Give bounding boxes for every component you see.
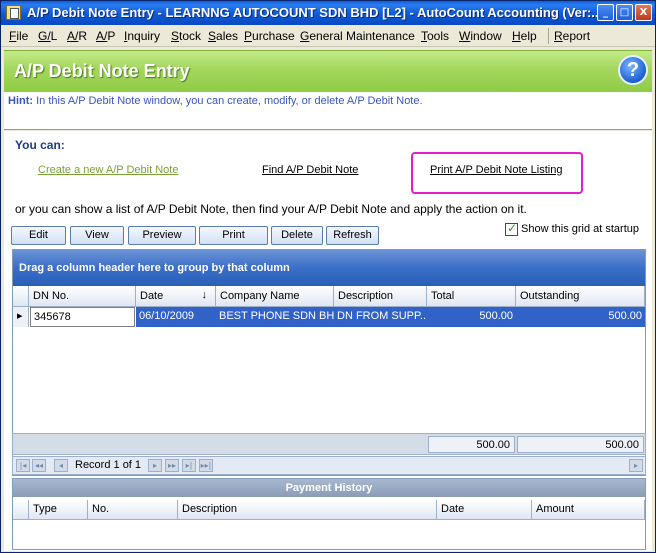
menu-help[interactable]: Help: [512, 29, 537, 43]
group-by-panel[interactable]: Drag a column header here to group by th…: [13, 250, 645, 286]
window-title: A/P Debit Note Entry - LEARNNG AUTOCOUNT…: [27, 5, 603, 20]
group-by-hint: Drag a column header here to group by th…: [19, 262, 290, 274]
record-navigator: |◂ ◂◂ ◂ Record 1 of 1 ▸ ▸▸ ▸| ▸▸| ▸: [12, 456, 646, 475]
hint-bar: Hint: In this A/P Debit Note window, you…: [4, 92, 652, 130]
find-debit-note-link[interactable]: Find A/P Debit Note: [262, 164, 358, 176]
maximize-button[interactable]: □: [616, 4, 633, 21]
refresh-button[interactable]: Refresh: [326, 226, 379, 245]
menu-ap[interactable]: A/P: [96, 29, 115, 43]
prev-record-icon[interactable]: ◂: [54, 459, 68, 472]
column-header-company-name[interactable]: Company Name: [216, 286, 334, 307]
hint-body: In this A/P Debit Note window, you can c…: [33, 95, 423, 107]
column-header-total[interactable]: Total: [427, 286, 516, 307]
payment-column-amount[interactable]: Amount: [532, 500, 645, 520]
menu-separator: [548, 28, 549, 44]
prev-page-icon[interactable]: ◂◂: [32, 459, 46, 472]
menu-window[interactable]: Window: [459, 29, 502, 43]
hint-text: Hint: In this A/P Debit Note window, you…: [8, 95, 423, 107]
cell-outstanding[interactable]: 500.00: [516, 307, 645, 327]
record-counter: Record 1 of 1: [75, 459, 142, 471]
cell-description[interactable]: DN FROM SUPP...: [334, 307, 427, 327]
last-record-icon[interactable]: ▸|: [182, 459, 196, 472]
menu-file[interactable]: File: [9, 29, 28, 43]
menu-tools[interactable]: Tools: [421, 29, 449, 43]
menu-inquiry[interactable]: Inquiry: [124, 29, 160, 43]
menu-report[interactable]: Report: [554, 29, 590, 43]
preview-button[interactable]: Preview: [128, 226, 196, 245]
column-header-outstanding[interactable]: Outstanding: [516, 286, 645, 307]
payment-column-type[interactable]: Type: [29, 500, 88, 520]
sort-descending-icon: ↓: [201, 289, 208, 301]
close-button[interactable]: X: [635, 4, 652, 21]
footer-total: 500.00: [428, 436, 515, 453]
next-record-icon[interactable]: ▸: [148, 459, 162, 472]
minimize-button[interactable]: _: [597, 4, 614, 21]
help-icon[interactable]: ?: [618, 55, 648, 85]
page-header: A/P Debit Note Entry ?: [4, 50, 652, 92]
cell-date[interactable]: 06/10/2009: [136, 307, 216, 327]
cell-total[interactable]: 500.00: [427, 307, 516, 327]
payment-column-no[interactable]: No.: [88, 500, 178, 520]
hint-label: Hint:: [8, 95, 34, 107]
grid-footer: 500.00 500.00: [12, 433, 646, 455]
show-grid-label: Show this grid at startup: [521, 223, 640, 235]
first-record-icon[interactable]: |◂: [16, 459, 30, 472]
you-can-heading: You can:: [15, 138, 65, 152]
menu-bar: File G/L A/R A/P Inquiry Stock Sales Pur…: [1, 25, 655, 47]
row-indicator[interactable]: [13, 307, 29, 327]
show-grid-checkbox[interactable]: [505, 221, 518, 236]
menu-sales[interactable]: Sales: [208, 29, 238, 43]
create-debit-note-link[interactable]: Create a new A/P Debit Note: [38, 164, 178, 176]
scroll-right-icon[interactable]: ▸: [629, 459, 643, 472]
payment-column-description[interactable]: Description: [178, 500, 437, 520]
delete-button[interactable]: Delete: [271, 226, 323, 245]
column-header-description[interactable]: Description: [334, 286, 427, 307]
edit-button[interactable]: Edit: [11, 226, 66, 245]
view-button[interactable]: View: [70, 226, 124, 245]
menu-ar[interactable]: A/R: [67, 29, 87, 43]
payment-history-grid: Payment History Type No. Description Dat…: [12, 478, 646, 550]
menu-stock[interactable]: Stock: [171, 29, 201, 43]
menu-general-maintenance[interactable]: General Maintenance: [300, 29, 415, 43]
page-title: A/P Debit Note Entry: [14, 61, 190, 81]
menu-gl[interactable]: G/L: [38, 29, 57, 43]
app-icon[interactable]: [6, 5, 21, 20]
menu-purchase[interactable]: Purchase: [244, 29, 295, 43]
print-listing-link[interactable]: Print A/P Debit Note Listing: [430, 164, 562, 176]
payment-column-date[interactable]: Date: [437, 500, 532, 520]
row-indicator-header: [13, 286, 29, 307]
cell-dn-no[interactable]: 345678: [30, 307, 135, 327]
title-bar[interactable]: A/P Debit Note Entry - LEARNNG AUTOCOUNT…: [1, 1, 655, 25]
column-header-date[interactable]: Date ↓: [136, 286, 216, 307]
column-header-date-label: Date: [140, 290, 164, 302]
content-panel: You can: Create a new A/P Debit Note Fin…: [4, 131, 652, 551]
print-button[interactable]: Print: [199, 226, 268, 245]
payment-row-indicator-header: [13, 500, 29, 520]
instruction-text: or you can show a list of A/P Debit Note…: [15, 202, 527, 216]
cell-company-name[interactable]: BEST PHONE SDN BHD: [216, 307, 334, 327]
payment-history-title: Payment History: [13, 479, 645, 497]
footer-outstanding: 500.00: [517, 436, 644, 453]
next-page-icon[interactable]: ▸▸: [165, 459, 179, 472]
app-window: A/P Debit Note Entry - LEARNNG AUTOCOUNT…: [0, 0, 656, 553]
column-header-dn-no[interactable]: DN No.: [29, 286, 136, 307]
scroll-end-icon[interactable]: ▸▸|: [199, 459, 213, 472]
